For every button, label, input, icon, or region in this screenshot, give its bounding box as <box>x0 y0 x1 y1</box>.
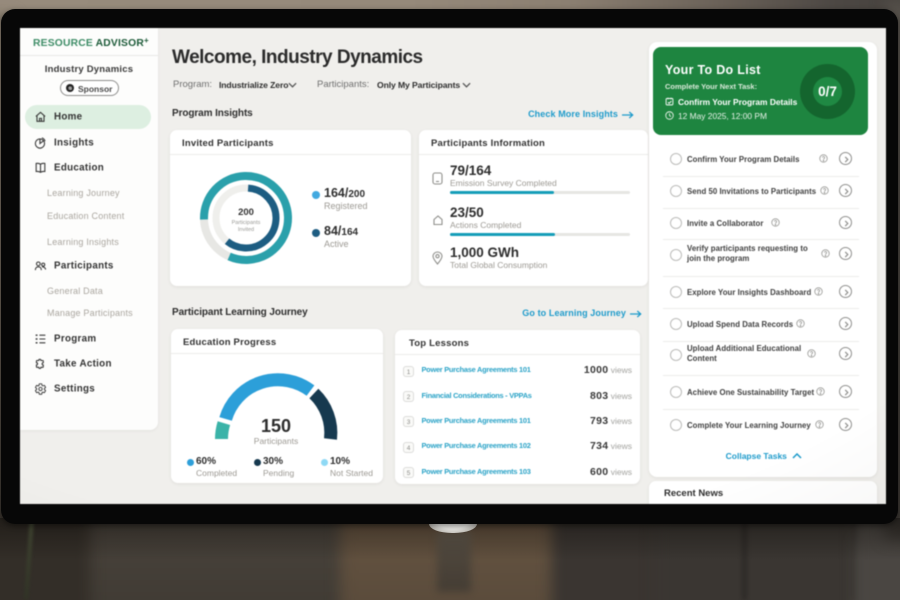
svg-text:Invited: Invited <box>237 227 253 233</box>
svg-text:Participants: Participants <box>231 220 260 226</box>
svg-text:200: 200 <box>238 207 254 218</box>
svg-text:Participants: Participants <box>254 436 298 446</box>
svg-text:150: 150 <box>261 416 291 436</box>
